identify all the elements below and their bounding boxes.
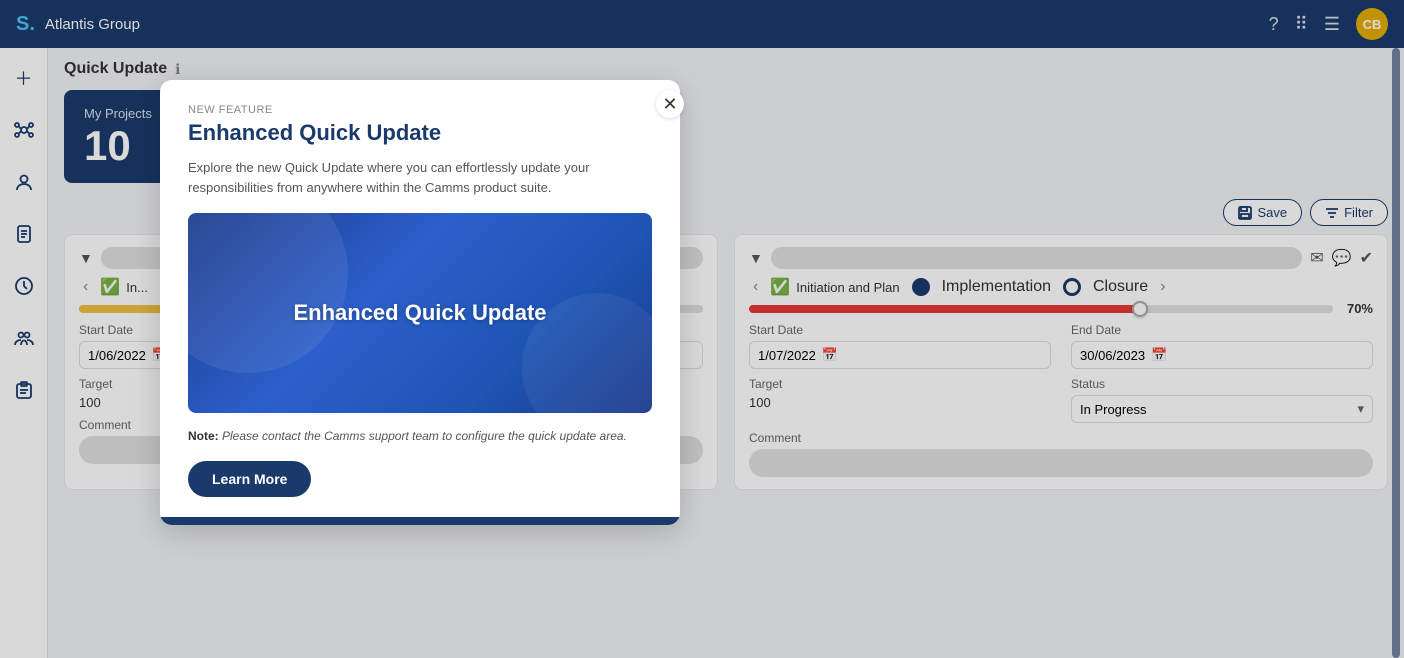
note-text: Please contact the Camms support team to… — [222, 429, 627, 443]
modal-note: Note: Please contact the Camms support t… — [188, 429, 652, 443]
feature-modal: NEW FEATURE Enhanced Quick Update Explor… — [160, 80, 680, 525]
learn-more-button[interactable]: Learn More — [188, 461, 311, 497]
modal-close-button[interactable]: ✕ — [656, 90, 684, 118]
modal-body: NEW FEATURE Enhanced Quick Update Explor… — [160, 80, 680, 517]
modal-image: Enhanced Quick Update — [188, 213, 652, 413]
modal-footer — [160, 517, 680, 525]
image-blob-1 — [188, 213, 348, 373]
modal-overlay: NEW FEATURE Enhanced Quick Update Explor… — [0, 0, 1404, 658]
modal-description: Explore the new Quick Update where you c… — [188, 158, 652, 197]
note-strong: Note: — [188, 429, 219, 443]
modal-tag: NEW FEATURE — [188, 104, 652, 116]
modal-title: Enhanced Quick Update — [188, 120, 652, 146]
modal-image-text: Enhanced Quick Update — [293, 300, 546, 326]
